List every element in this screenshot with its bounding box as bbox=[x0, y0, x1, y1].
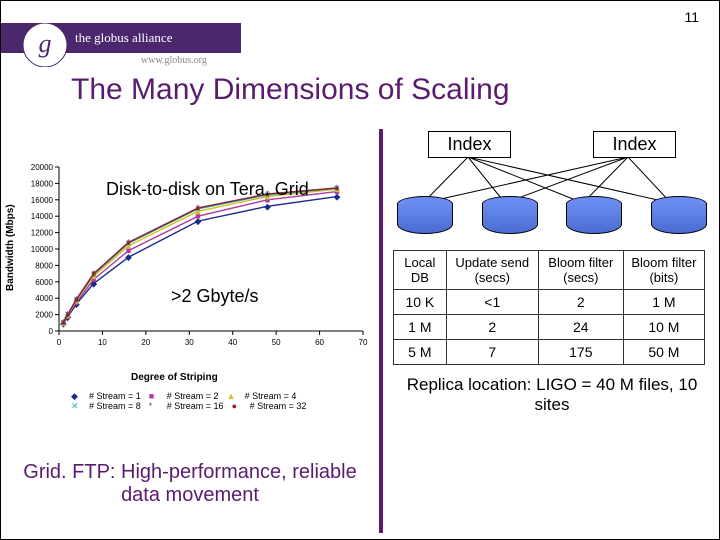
svg-text:40: 40 bbox=[228, 338, 237, 347]
table-cell: 24 bbox=[538, 315, 623, 340]
svg-text:12000: 12000 bbox=[31, 229, 54, 238]
logo-url: www.globus.org bbox=[141, 55, 207, 66]
database-cylinders bbox=[393, 196, 711, 234]
chart-annotation-disk: Disk-to-disk on Tera. Grid bbox=[106, 179, 309, 200]
svg-text:16000: 16000 bbox=[31, 196, 54, 205]
svg-text:4000: 4000 bbox=[35, 294, 53, 303]
index-box-1: Index bbox=[428, 131, 510, 158]
table-cell: 2 bbox=[446, 315, 538, 340]
table-header: Update send (secs) bbox=[446, 251, 538, 290]
table-cell: 1 M bbox=[394, 315, 447, 340]
legend-item: ▲# Stream = 4 bbox=[227, 391, 297, 401]
svg-text:10: 10 bbox=[98, 338, 107, 347]
chart-xlabel: Degree of Striping bbox=[131, 372, 218, 383]
database-icon bbox=[482, 196, 538, 234]
logo-text: the globus alliance bbox=[75, 30, 173, 45]
legend-item: ■# Stream = 2 bbox=[149, 391, 219, 401]
svg-text:30: 30 bbox=[185, 338, 194, 347]
globus-alliance-logo: g the globus alliance www.globus.org bbox=[1, 23, 241, 67]
table-header: Local DB bbox=[394, 251, 447, 290]
table-row: 10 K<121 M bbox=[394, 290, 705, 315]
table-cell: 5 M bbox=[394, 340, 447, 365]
page-title: The Many Dimensions of Scaling bbox=[71, 73, 510, 107]
svg-text:8000: 8000 bbox=[35, 261, 53, 270]
svg-text:50: 50 bbox=[272, 338, 281, 347]
page-number: 11 bbox=[684, 9, 699, 25]
svg-text:60: 60 bbox=[315, 338, 324, 347]
svg-text:g: g bbox=[39, 29, 52, 58]
scaling-table: Local DBUpdate send (secs)Bloom filter (… bbox=[393, 250, 705, 365]
chart-legend: ◆# Stream = 1 ■# Stream = 2 ▲# Stream = 4 ✕… bbox=[71, 391, 361, 411]
chart-ylabel: Bandwidth (Mbps) bbox=[5, 204, 16, 291]
table-cell: 50 M bbox=[623, 340, 704, 365]
table-cell: 2 bbox=[538, 290, 623, 315]
svg-text:6000: 6000 bbox=[35, 278, 53, 287]
replica-note: Replica location: LIGO = 40 M files, 10 … bbox=[393, 375, 711, 415]
svg-text:0: 0 bbox=[57, 338, 62, 347]
legend-item: ✕# Stream = 8 bbox=[71, 401, 141, 411]
table-cell: 175 bbox=[538, 340, 623, 365]
legend-item: *# Stream = 16 bbox=[149, 401, 224, 411]
database-icon bbox=[651, 196, 707, 234]
database-icon bbox=[566, 196, 622, 234]
table-cell: 7 bbox=[446, 340, 538, 365]
bandwidth-striping-chart: Bandwidth (Mbps) 02000400060008000100001… bbox=[11, 161, 371, 411]
legend-item: ◆# Stream = 1 bbox=[71, 391, 141, 401]
chart-annotation-rate: >2 Gbyte/s bbox=[171, 286, 259, 307]
svg-text:20000: 20000 bbox=[31, 163, 54, 172]
table-cell: <1 bbox=[446, 290, 538, 315]
column-divider bbox=[379, 129, 383, 533]
svg-text:70: 70 bbox=[359, 338, 368, 347]
svg-text:18000: 18000 bbox=[31, 179, 54, 188]
database-icon bbox=[397, 196, 453, 234]
table-cell: 10 K bbox=[394, 290, 447, 315]
table-row: 5 M717550 M bbox=[394, 340, 705, 365]
table-row: 1 M22410 M bbox=[394, 315, 705, 340]
svg-text:0: 0 bbox=[49, 327, 54, 336]
table-header: Bloom filter (bits) bbox=[623, 251, 704, 290]
svg-text:10000: 10000 bbox=[31, 245, 54, 254]
table-header: Bloom filter (secs) bbox=[538, 251, 623, 290]
svg-text:14000: 14000 bbox=[31, 212, 54, 221]
table-cell: 1 M bbox=[623, 290, 704, 315]
index-box-2: Index bbox=[593, 131, 675, 158]
svg-text:20: 20 bbox=[141, 338, 150, 347]
left-subtitle: Grid. FTP: High-performance, reliable da… bbox=[19, 461, 361, 507]
table-cell: 10 M bbox=[623, 315, 704, 340]
legend-item: ●# Stream = 32 bbox=[232, 401, 307, 411]
svg-text:2000: 2000 bbox=[35, 311, 53, 320]
